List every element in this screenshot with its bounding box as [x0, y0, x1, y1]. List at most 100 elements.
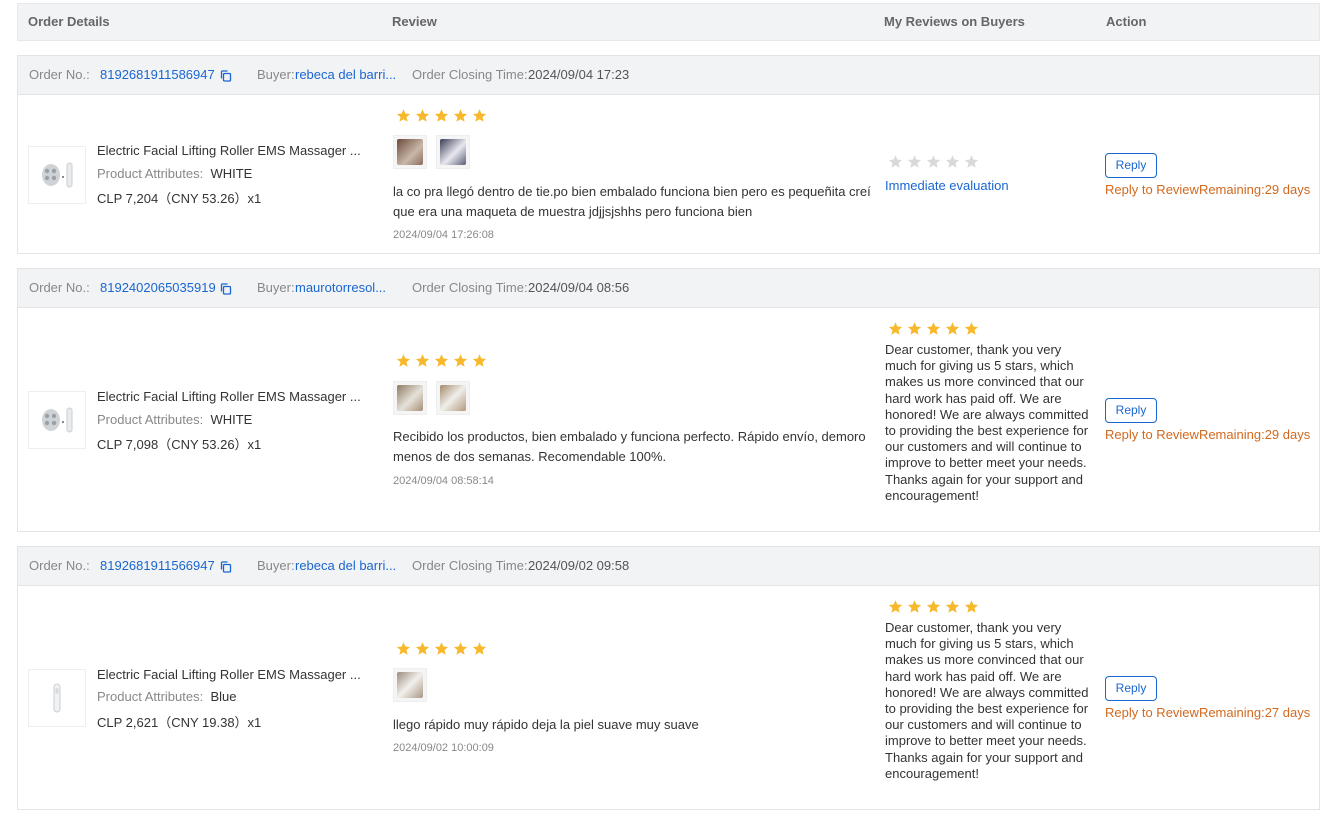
reply-remaining: Reply to ReviewRemaining:29 days	[1105, 182, 1310, 197]
buyer-rating	[396, 641, 487, 656]
order-no-link[interactable]: 8192681911566947	[100, 558, 215, 573]
star-filled-icon	[434, 109, 449, 122]
star-empty-icon[interactable]	[907, 154, 922, 169]
star-filled-icon	[415, 354, 430, 367]
review-image[interactable]	[393, 381, 427, 415]
star-filled-icon	[907, 600, 922, 613]
remaining-days: 29 days	[1264, 427, 1311, 442]
order-card: Order No.: 8192681911586947 Buyer: rebec…	[17, 55, 1320, 254]
closing-time-label: Order Closing Time:	[412, 558, 528, 573]
star-filled-icon	[945, 600, 960, 613]
star-filled-icon	[415, 109, 430, 122]
review-image[interactable]	[436, 135, 470, 169]
star-filled-icon	[964, 600, 979, 613]
product-image	[53, 683, 61, 713]
closing-time-value: 2024/09/02 09:58	[528, 558, 630, 573]
product-thumbnail[interactable]	[28, 146, 86, 204]
buyer-label: Buyer:	[257, 67, 295, 82]
order-no-link[interactable]: 8192681911586947	[100, 67, 215, 82]
order-no-label: Order No.:	[29, 280, 90, 295]
star-empty-icon[interactable]	[945, 154, 960, 169]
product-attributes: Product Attributes: WHITE	[97, 412, 252, 427]
closing-time-label: Order Closing Time:	[412, 280, 528, 295]
remaining-prefix: Remaining:	[1198, 182, 1265, 197]
product-price: CLP 2,621（CNY 19.38）x1	[97, 715, 262, 730]
buyer-rating	[396, 108, 487, 123]
closing-time-value: 2024/09/04 08:56	[528, 280, 630, 295]
my-rating	[888, 321, 979, 336]
header-review: Review	[392, 14, 437, 29]
order-header: Order No.: 8192402065035919 Buyer: mauro…	[18, 269, 1319, 308]
my-review-text: Dear customer, thank you very much for g…	[885, 342, 1089, 503]
review-text: llego rápido muy rápido deja la piel sua…	[393, 717, 699, 732]
reply-to-review-label: Reply to Review	[1105, 182, 1199, 197]
reply-button[interactable]: Reply	[1105, 398, 1157, 423]
star-filled-icon	[926, 600, 941, 613]
order-no-link[interactable]: 8192402065035919	[100, 280, 216, 295]
buyer-name[interactable]: maurotorresol...	[295, 280, 386, 295]
reply-to-review-label: Reply to Review	[1105, 705, 1199, 720]
star-filled-icon	[396, 642, 411, 655]
review-date: 2024/09/02 10:00:09	[393, 742, 494, 754]
star-filled-icon	[888, 600, 903, 613]
remaining-days: 27 days	[1264, 705, 1311, 720]
copy-icon[interactable]	[220, 70, 232, 82]
reply-remaining: Reply to ReviewRemaining:29 days	[1105, 427, 1310, 442]
my-rating-empty[interactable]	[888, 154, 979, 169]
review-text: Recibido los productos, bien embalado y …	[393, 429, 866, 464]
buyer-name[interactable]: rebeca del barri...	[295, 558, 396, 573]
star-filled-icon	[396, 354, 411, 367]
copy-icon[interactable]	[220, 561, 232, 573]
star-filled-icon	[907, 322, 922, 335]
buyer-name[interactable]: rebeca del barri...	[295, 67, 396, 82]
review-date: 2024/09/04 17:26:08	[393, 229, 494, 241]
order-card: Order No.: 8192681911566947 Buyer: rebec…	[17, 546, 1320, 810]
product-price: CLP 7,204（CNY 53.26）x1	[97, 191, 262, 206]
remaining-prefix: Remaining:	[1198, 705, 1265, 720]
star-filled-icon	[964, 322, 979, 335]
star-filled-icon	[415, 642, 430, 655]
header-order-details: Order Details	[28, 14, 110, 29]
product-image	[42, 407, 73, 433]
star-empty-icon[interactable]	[888, 154, 903, 169]
star-filled-icon	[926, 322, 941, 335]
product-title[interactable]: Electric Facial Lifting Roller EMS Massa…	[97, 143, 361, 158]
copy-icon[interactable]	[220, 283, 232, 295]
star-filled-icon	[453, 354, 468, 367]
review-image[interactable]	[393, 135, 427, 169]
attr-value: Blue	[210, 689, 237, 704]
product-title[interactable]: Electric Facial Lifting Roller EMS Massa…	[97, 667, 361, 682]
review-image[interactable]	[436, 381, 470, 415]
buyer-rating	[396, 353, 487, 368]
header-action: Action	[1106, 14, 1147, 29]
star-empty-icon[interactable]	[964, 154, 979, 169]
remaining-days: 29 days	[1264, 182, 1311, 197]
closing-time-label: Order Closing Time:	[412, 67, 528, 82]
buyer-label: Buyer:	[257, 558, 295, 573]
reply-button[interactable]: Reply	[1105, 153, 1157, 178]
product-title[interactable]: Electric Facial Lifting Roller EMS Massa…	[97, 389, 361, 404]
attr-label: Product Attributes:	[97, 166, 204, 181]
review-date: 2024/09/04 08:58:14	[393, 475, 494, 487]
header-my-reviews: My Reviews on Buyers	[884, 14, 1025, 29]
order-no-label: Order No.:	[29, 558, 90, 573]
buyer-label: Buyer:	[257, 280, 295, 295]
star-filled-icon	[396, 109, 411, 122]
star-filled-icon	[472, 109, 487, 122]
reply-button[interactable]: Reply	[1105, 676, 1157, 701]
immediate-evaluation-link[interactable]: Immediate evaluation	[885, 178, 1009, 193]
review-text: la co pra llegó dentro de tie.po bien em…	[393, 184, 871, 219]
product-price: CLP 7,098（CNY 53.26）x1	[97, 437, 262, 452]
product-thumbnail[interactable]	[28, 669, 86, 727]
attr-label: Product Attributes:	[97, 412, 204, 427]
star-empty-icon[interactable]	[926, 154, 941, 169]
star-filled-icon	[434, 354, 449, 367]
attr-label: Product Attributes:	[97, 689, 204, 704]
order-card: Order No.: 8192402065035919 Buyer: mauro…	[17, 268, 1320, 532]
product-attributes: Product Attributes: Blue	[97, 689, 237, 704]
product-thumbnail[interactable]	[28, 391, 86, 449]
attr-value: WHITE	[210, 412, 253, 427]
reply-to-review-label: Reply to Review	[1105, 427, 1199, 442]
review-image[interactable]	[393, 668, 427, 702]
order-header: Order No.: 8192681911586947 Buyer: rebec…	[18, 56, 1319, 95]
